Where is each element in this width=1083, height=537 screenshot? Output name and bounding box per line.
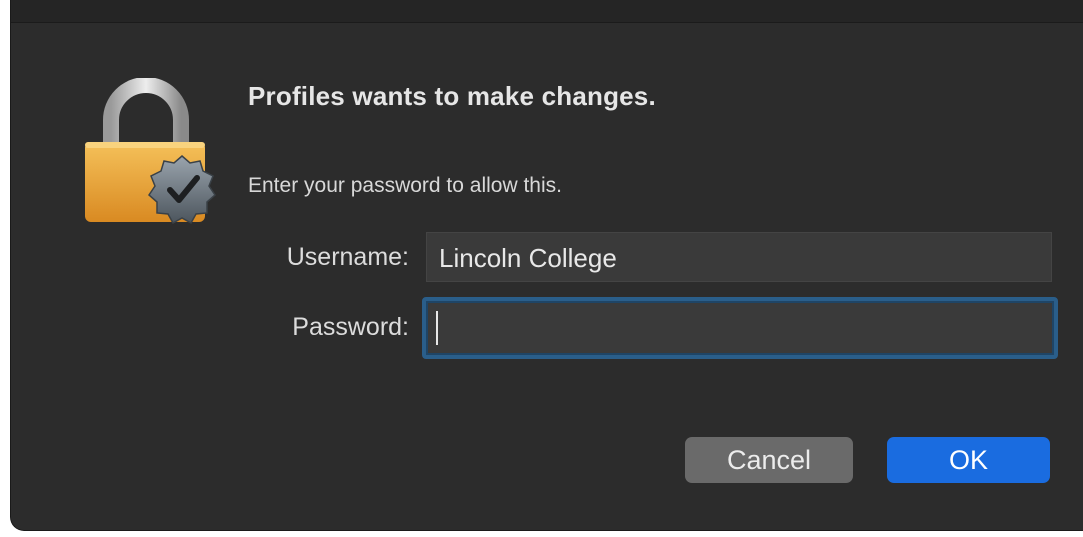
text-caret <box>436 311 438 345</box>
dialog-title: Profiles wants to make changes. <box>248 81 656 111</box>
password-field[interactable] <box>422 297 1058 359</box>
screen: Profiles wants to make changes. Enter yo… <box>0 0 1083 537</box>
cancel-button[interactable]: Cancel <box>685 437 853 483</box>
password-label: Password: <box>292 313 409 341</box>
username-field[interactable]: Lincoln College <box>426 232 1052 282</box>
padlock-with-badge-icon <box>85 78 216 225</box>
username-value: Lincoln College <box>439 243 617 273</box>
auth-dialog: Profiles wants to make changes. Enter yo… <box>10 0 1083 531</box>
dialog-subtitle: Enter your password to allow this. <box>248 174 562 197</box>
username-label: Username: <box>286 243 409 271</box>
ok-button[interactable]: OK <box>887 437 1050 483</box>
dialog-top-edge <box>11 0 1083 23</box>
